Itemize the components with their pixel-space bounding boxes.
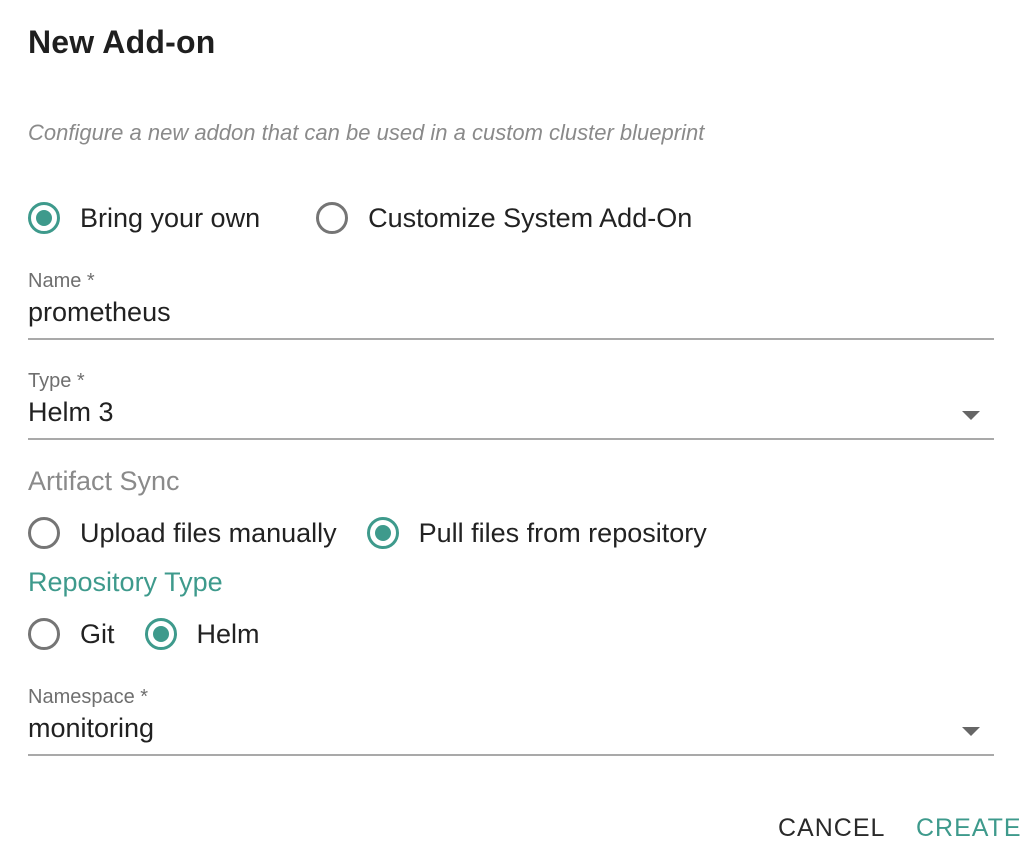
radio-unchecked-icon[interactable] (28, 517, 60, 549)
namespace-select[interactable]: Namespace * monitoring (28, 686, 994, 756)
source-radio-group: Bring your own Customize System Add-On (28, 202, 722, 234)
radio-pull-files-from-repository[interactable]: Pull files from repository (366, 517, 707, 549)
dialog-subtitle: Configure a new addon that can be used i… (28, 120, 705, 145)
dropdown-arrow-icon[interactable] (962, 411, 980, 420)
radio-label: Git (80, 618, 115, 649)
radio-label: Helm (196, 618, 260, 649)
radio-git[interactable]: Git (28, 618, 115, 650)
name-field-label: Name * (28, 270, 95, 292)
radio-checked-icon[interactable] (28, 202, 60, 234)
radio-label: Customize System Add-On (368, 202, 693, 233)
type-select-value[interactable]: Helm 3 (28, 397, 994, 438)
radio-upload-files-manually[interactable]: Upload files manually (28, 517, 337, 549)
type-select[interactable]: Type * Helm 3 (28, 370, 994, 440)
create-button[interactable]: CREATE (916, 814, 1022, 843)
radio-checked-icon[interactable] (366, 517, 399, 549)
cancel-button[interactable]: CANCEL (778, 814, 885, 843)
type-field-label: Type * (28, 370, 85, 392)
dropdown-arrow-icon[interactable] (962, 727, 980, 736)
dialog-title: New Add-on (28, 24, 216, 60)
radio-customize-system-addon[interactable]: Customize System Add-On (316, 202, 692, 234)
radio-label: Pull files from repository (418, 517, 707, 548)
radio-label: Bring your own (80, 202, 261, 233)
namespace-field-label: Namespace * (28, 686, 149, 708)
name-input[interactable]: prometheus (28, 297, 994, 338)
radio-label: Upload files manually (80, 517, 337, 548)
radio-unchecked-icon[interactable] (28, 618, 60, 650)
radio-bring-your-own[interactable]: Bring your own (28, 202, 260, 234)
repository-type-label: Repository Type (28, 567, 223, 597)
artifact-sync-label: Artifact Sync (28, 466, 180, 496)
artifact-sync-radio-group: Upload files manually Pull files from re… (28, 517, 737, 549)
radio-checked-icon[interactable] (144, 618, 177, 650)
name-field[interactable]: Name * prometheus (28, 270, 994, 340)
radio-helm[interactable]: Helm (144, 618, 260, 650)
repository-type-radio-group: Git Helm (28, 618, 290, 650)
radio-unchecked-icon[interactable] (316, 202, 349, 234)
namespace-select-value[interactable]: monitoring (28, 713, 994, 754)
